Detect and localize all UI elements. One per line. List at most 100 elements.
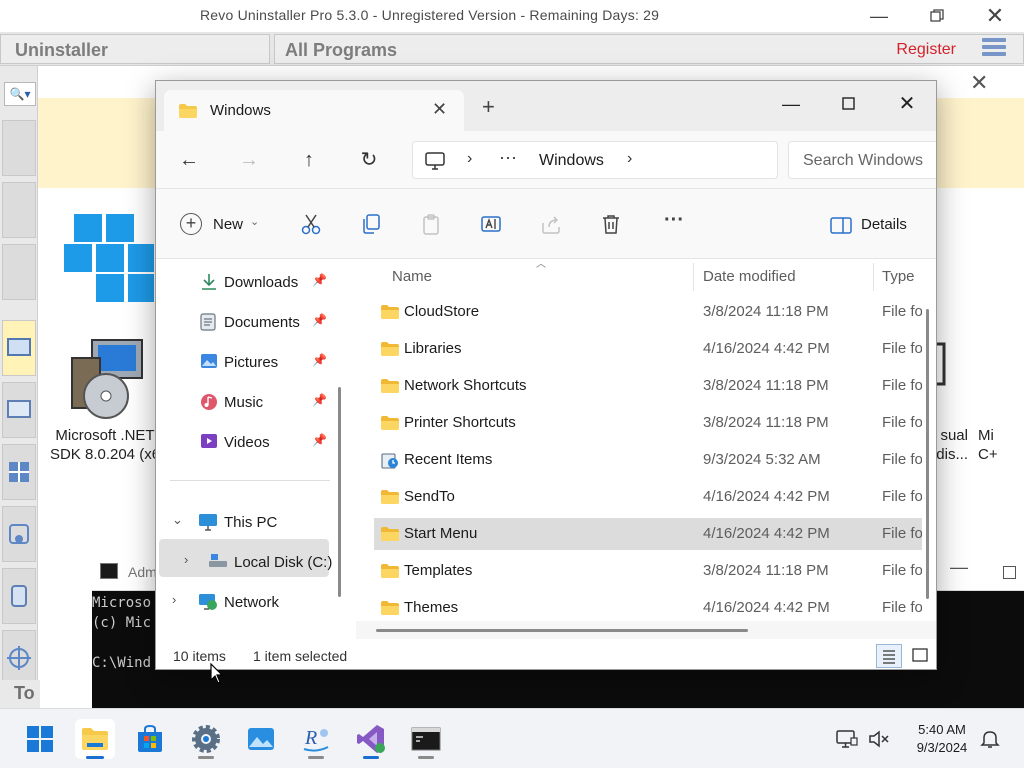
revo-side-button[interactable]: [2, 382, 36, 438]
taskbar-revo-uninstaller[interactable]: R: [296, 719, 336, 759]
chevron-right-icon[interactable]: ›: [467, 150, 472, 168]
maximize-button[interactable]: [825, 89, 871, 119]
register-link[interactable]: Register: [896, 41, 956, 59]
sidebar-item-documents[interactable]: Documents 📌: [156, 303, 356, 339]
pin-icon[interactable]: 📌: [312, 393, 327, 407]
cmd-maximize-button[interactable]: [1003, 566, 1016, 579]
details-pane-button[interactable]: Details: [830, 215, 920, 237]
sidebar-item-music[interactable]: Music 📌: [156, 383, 356, 419]
cmd-output[interactable]: Microso (c) Mic C:\Wind: [92, 593, 151, 673]
close-button[interactable]: ✕: [884, 89, 930, 119]
explorer-tab-bar: Windows ✕ + — ✕: [156, 81, 936, 131]
taskbar-terminal[interactable]: [406, 719, 446, 759]
revo-search-icon[interactable]: 🔍▾: [4, 82, 36, 106]
sidebar-item-local-disk[interactable]: › Local Disk (C:): [156, 543, 356, 579]
revo-side-button[interactable]: [2, 444, 36, 500]
minimize-button[interactable]: —: [768, 89, 814, 119]
nav-scrollbar[interactable]: [338, 387, 341, 597]
search-box[interactable]: Search Windows: [788, 141, 936, 179]
revo-tools-label[interactable]: To: [0, 680, 40, 708]
revo-side-button[interactable]: [2, 182, 36, 238]
explorer-navigation-bar: ← → ↑ ↻ › ··· Windows › Search Windows: [156, 131, 936, 189]
horizontal-scrollbar[interactable]: [376, 629, 748, 632]
revo-close-button[interactable]: ✕: [980, 4, 1010, 28]
file-name: Libraries: [404, 340, 462, 357]
notification-bell-icon[interactable]: [980, 729, 1000, 752]
delete-icon[interactable]: [600, 213, 622, 237]
pin-icon[interactable]: 📌: [312, 273, 327, 287]
close-tab-icon[interactable]: ✕: [432, 99, 447, 120]
volume-muted-icon[interactable]: [868, 729, 890, 752]
chevron-right-icon[interactable]: ›: [172, 592, 176, 607]
file-row[interactable]: CloudStore 3/8/2024 11:18 PM File fo: [374, 296, 922, 328]
folder-icon: [380, 600, 400, 619]
mouse-cursor-icon: [210, 662, 224, 688]
display-icon[interactable]: [836, 729, 858, 752]
taskbar-settings[interactable]: [186, 719, 226, 759]
chevron-right-icon[interactable]: ›: [627, 150, 632, 168]
revo-restore-button[interactable]: [922, 4, 952, 28]
rename-icon[interactable]: [480, 213, 502, 237]
chevron-down-icon[interactable]: ⌄: [172, 512, 183, 528]
explorer-tab[interactable]: Windows ✕: [164, 90, 464, 131]
paste-icon[interactable]: [420, 213, 442, 237]
file-row[interactable]: Printer Shortcuts 3/8/2024 11:18 PM File f…: [374, 407, 922, 439]
taskbar-store[interactable]: [130, 719, 170, 759]
column-type[interactable]: Type: [882, 268, 915, 285]
visual-studio-installer-icon: [357, 725, 385, 753]
up-button[interactable]: ↑: [294, 145, 324, 175]
column-name[interactable]: Name: [392, 268, 432, 285]
revo-side-button[interactable]: [2, 630, 36, 686]
chevron-right-icon[interactable]: ›: [184, 552, 188, 567]
pin-icon[interactable]: 📌: [312, 353, 327, 367]
file-row[interactable]: SendTo 4/16/2024 4:42 PM File fo: [374, 481, 922, 513]
cmd-icon: [100, 563, 118, 579]
address-bar[interactable]: › ··· Windows ›: [412, 141, 778, 179]
pin-icon[interactable]: 📌: [312, 313, 327, 327]
tiles-view-icon[interactable]: [908, 644, 934, 668]
file-row[interactable]: Recent Items 9/3/2024 5:32 AM File fo: [374, 444, 922, 476]
copy-icon[interactable]: [360, 213, 382, 237]
sidebar-item-this-pc[interactable]: ⌄ This PC: [156, 503, 356, 539]
new-tab-button[interactable]: +: [482, 96, 495, 118]
revo-minimize-button[interactable]: —: [864, 4, 894, 28]
forward-button[interactable]: →: [234, 145, 264, 175]
cmd-minimize-button[interactable]: —: [950, 557, 968, 578]
refresh-button[interactable]: ↻: [354, 145, 384, 175]
sidebar-item-network[interactable]: › Network: [156, 583, 356, 619]
revo-panel-close-icon[interactable]: ✕: [970, 70, 988, 96]
file-row[interactable]: Network Shortcuts 3/8/2024 11:18 PM File f…: [374, 370, 922, 402]
column-date-modified[interactable]: Date modified: [703, 268, 796, 285]
taskbar-photos[interactable]: [241, 719, 281, 759]
file-row[interactable]: Templates 3/8/2024 11:18 PM File fo: [374, 555, 922, 587]
see-more-icon[interactable]: ···: [664, 209, 684, 233]
revo-side-button[interactable]: [2, 568, 36, 624]
sidebar-item-pictures[interactable]: Pictures 📌: [156, 343, 356, 379]
file-row[interactable]: Themes 4/16/2024 4:42 PM File fo: [374, 592, 922, 624]
taskbar-file-explorer[interactable]: [75, 719, 115, 759]
file-type: File fo: [882, 562, 922, 579]
details-view-icon[interactable]: [876, 644, 902, 668]
revo-side-button[interactable]: [2, 506, 36, 562]
revo-side-button-active[interactable]: [2, 320, 36, 376]
pin-icon[interactable]: 📌: [312, 433, 327, 447]
start-button[interactable]: [20, 719, 60, 759]
cut-icon[interactable]: [300, 213, 322, 237]
revo-side-button[interactable]: [2, 244, 36, 300]
hamburger-menu-icon[interactable]: [982, 38, 1006, 60]
revo-side-button[interactable]: [2, 120, 36, 176]
file-row[interactable]: Libraries 4/16/2024 4:42 PM File fo: [374, 333, 922, 365]
taskbar-visual-studio-installer[interactable]: [351, 719, 391, 759]
file-type: File fo: [882, 414, 922, 431]
breadcrumb-overflow[interactable]: ···: [499, 147, 517, 168]
sidebar-item-videos[interactable]: Videos 📌: [156, 423, 356, 459]
clock[interactable]: 5:40 AM 9/3/2024: [900, 721, 984, 757]
new-button[interactable]: + New ⌄: [180, 213, 264, 237]
file-row[interactable]: Start Menu 4/16/2024 4:42 PM File fo: [374, 518, 922, 550]
sidebar-item-downloads[interactable]: Downloads 📌: [156, 263, 356, 299]
back-button[interactable]: ←: [174, 145, 204, 175]
vertical-scrollbar[interactable]: [926, 309, 929, 599]
breadcrumb-windows[interactable]: Windows: [539, 152, 604, 170]
share-icon[interactable]: [540, 213, 562, 237]
uninstaller-tab[interactable]: Uninstaller: [0, 34, 270, 64]
